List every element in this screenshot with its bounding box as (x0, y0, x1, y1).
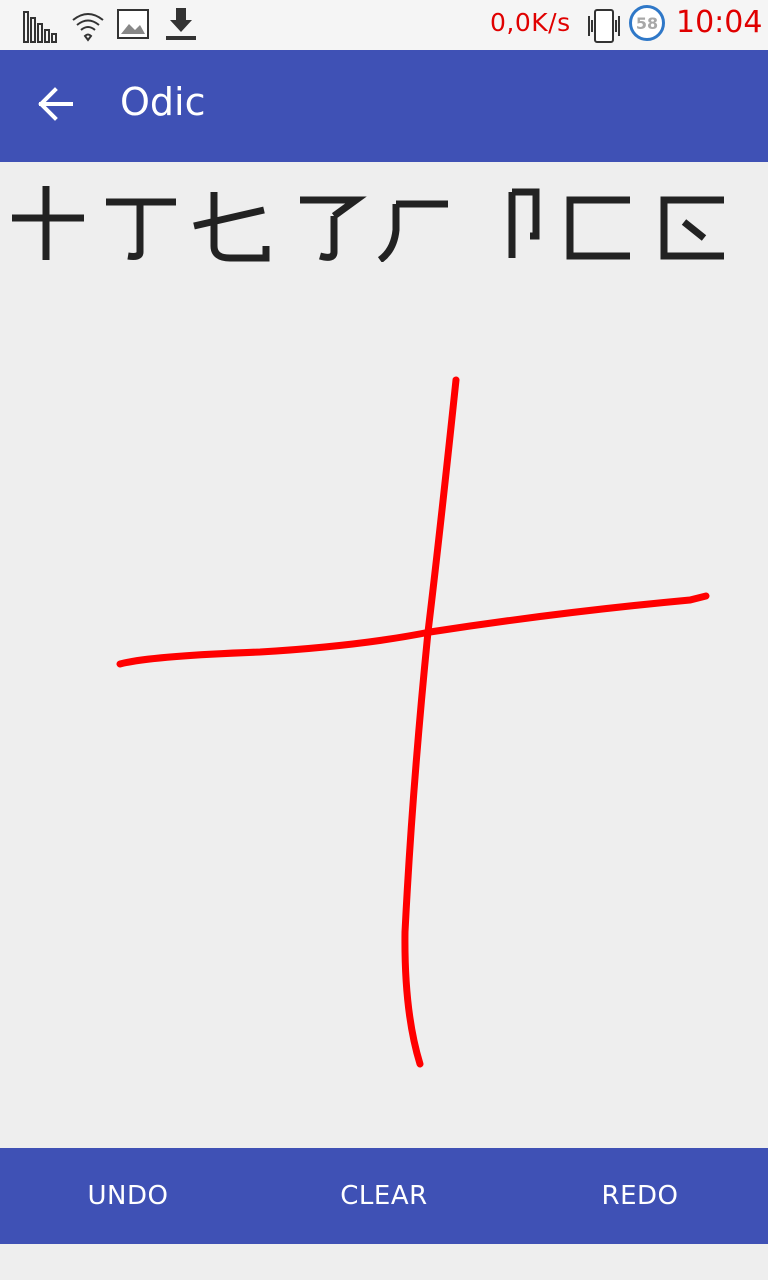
candidate-item[interactable]: 厂 (374, 182, 454, 263)
clock: 10:04 (676, 5, 763, 40)
candidate-item[interactable]: 七 (190, 182, 270, 262)
image-icon (116, 6, 150, 46)
candidate-item[interactable]: 十 (8, 182, 88, 262)
drawn-stroke (116, 592, 710, 668)
drawing-canvas[interactable] (0, 272, 768, 1148)
app-bar: Odic (0, 50, 768, 162)
bottom-strip (0, 1244, 768, 1280)
undo-button[interactable]: UNDO (0, 1148, 256, 1244)
redo-button[interactable]: REDO (512, 1148, 768, 1244)
wifi-icon (70, 6, 106, 48)
candidate-item[interactable]: 匚 (560, 182, 640, 262)
candidate-list: 十 丁 七 了 厂 卩 匚 匸 (0, 162, 768, 272)
vibrate-icon (585, 6, 623, 50)
arrow-back-icon (38, 87, 73, 121)
signal-bars-icon (22, 6, 60, 48)
candidate-item[interactable]: 了 (290, 182, 370, 262)
bottom-action-bar: UNDO CLEAR REDO (0, 1148, 768, 1244)
drawn-stroke (401, 376, 460, 1068)
battery-circle-icon: 58 (629, 5, 665, 41)
page-title: Odic (120, 80, 206, 124)
net-speed: 0,0K/s (490, 8, 571, 37)
battery-level: 58 (635, 13, 659, 33)
download-icon (162, 6, 200, 48)
back-button[interactable] (20, 84, 92, 128)
candidate-item[interactable]: 丁 (100, 182, 180, 262)
status-bar: 0,0K/s 58 10:04 (0, 0, 768, 50)
candidate-item[interactable]: 匸 (654, 182, 734, 262)
clear-button[interactable]: CLEAR (256, 1148, 512, 1244)
